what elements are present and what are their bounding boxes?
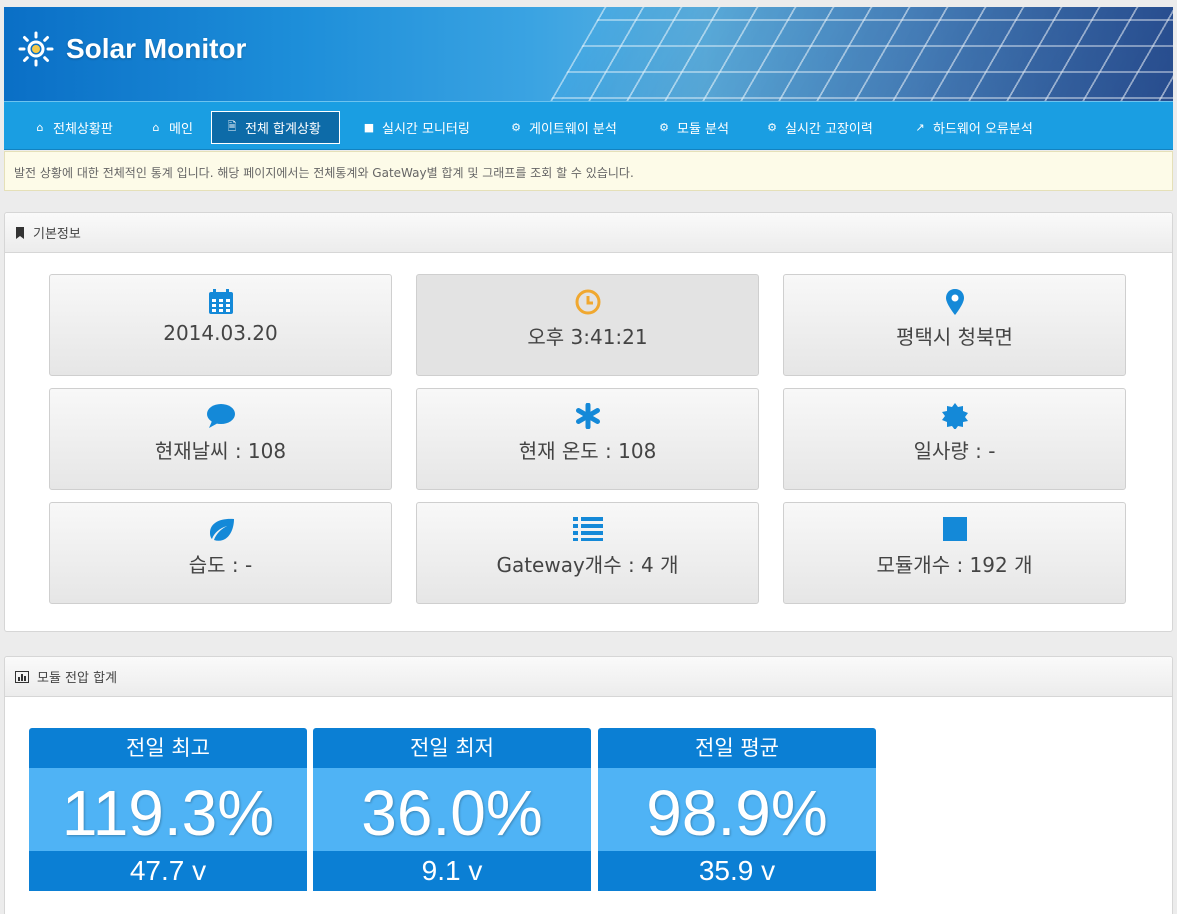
nav-item-overview-board[interactable]: ⌂ 전체상황판 — [20, 111, 127, 144]
module-count-tile[interactable]: 모듈개수 : 192 개 — [783, 502, 1126, 604]
nav-item-main[interactable]: ⌂ 메인 — [136, 111, 207, 144]
time-text: 오후 3:41:21 — [527, 325, 648, 349]
stat-percent: 119.3% — [29, 768, 307, 851]
speech-bubble-icon — [50, 403, 391, 429]
gateway-count-text: Gateway개수 : 4 개 — [496, 553, 679, 577]
stat-label: 전일 평균 — [598, 728, 876, 768]
nav-item-total-summary[interactable]: 🗎 전체 합계상황 — [211, 111, 340, 144]
sun-icon — [18, 31, 54, 67]
external-link-icon: ↗ — [915, 121, 925, 134]
weather-text: 현재날씨 : 108 — [154, 439, 287, 463]
humidity-text: 습도 : - — [188, 553, 253, 577]
list-icon — [417, 517, 758, 543]
time-tile[interactable]: 오후 3:41:21 — [416, 274, 759, 376]
home-icon: ⌂ — [36, 121, 44, 134]
location-text: 평택시 청북면 — [896, 325, 1013, 349]
sun-badge-icon — [784, 403, 1125, 429]
stat-prev-day-min: 전일 최저 36.0% 9.1 v — [313, 728, 591, 891]
header-banner: Solar Monitor — [4, 7, 1173, 101]
stat-prev-day-avg: 전일 평균 98.9% 35.9 v — [598, 728, 876, 891]
nav-item-realtime-fault-history[interactable]: ⚙ 실시간 고장이력 — [752, 111, 887, 144]
stat-percent: 98.9% — [598, 768, 876, 851]
panel-header: 기본정보 — [5, 213, 1172, 253]
stat-percent: 36.0% — [313, 768, 591, 851]
cogs-icon: ⚙ — [659, 121, 669, 134]
stat-voltage: 47.7 v — [29, 851, 307, 891]
solar-panel-graphic — [506, 7, 1173, 101]
asterisk-icon — [417, 403, 758, 429]
logo[interactable]: Solar Monitor — [18, 31, 246, 67]
page-description: 발전 상황에 대한 전체적인 통계 입니다. 해당 페이지에서는 전체통계와 G… — [4, 151, 1173, 191]
date-tile[interactable]: 2014.03.20 — [49, 274, 392, 376]
video-camera-icon: ■ — [363, 121, 375, 134]
module-count-text: 모듈개수 : 192 개 — [876, 553, 1033, 577]
basic-info-panel: 기본정보 2014.03.20 오후 3:41:21 평택시 청북면 현재날씨 … — [4, 212, 1173, 632]
weather-tile[interactable]: 현재날씨 : 108 — [49, 388, 392, 490]
home-icon: ⌂ — [152, 121, 160, 134]
leaf-icon — [50, 517, 391, 543]
square-icon — [784, 517, 1125, 543]
main-nav: ⌂ 전체상황판 ⌂ 메인 🗎 전체 합계상황 ■ 실시간 모니터링 ⚙ 게이트웨이 분석 … — [4, 101, 1173, 150]
location-tile[interactable]: 평택시 청북면 — [783, 274, 1126, 376]
map-marker-icon — [784, 289, 1125, 315]
document-icon: 🗎 — [227, 120, 237, 133]
nav-item-hardware-error-analysis[interactable]: ↗ 하드웨어 오류분석 — [900, 111, 1047, 144]
bookmark-icon — [15, 226, 25, 239]
nav-item-gateway-analysis[interactable]: ⚙ 게이트웨이 분석 — [496, 111, 631, 144]
bar-chart-icon — [15, 670, 29, 683]
app-title: Solar Monitor — [66, 33, 247, 64]
cogs-icon: ⚙ — [767, 121, 777, 134]
calendar-icon — [50, 289, 391, 315]
date-text: 2014.03.20 — [163, 321, 278, 345]
stat-label: 전일 최저 — [313, 728, 591, 768]
nav-item-module-analysis[interactable]: ⚙ 모듈 분석 — [644, 111, 743, 144]
irradiance-tile[interactable]: 일사량 : - — [783, 388, 1126, 490]
temperature-text: 현재 온도 : 108 — [518, 439, 657, 463]
humidity-tile[interactable]: 습도 : - — [49, 502, 392, 604]
nav-item-realtime-monitoring[interactable]: ■ 실시간 모니터링 — [349, 111, 484, 144]
stat-label: 전일 최고 — [29, 728, 307, 768]
stat-voltage: 9.1 v — [313, 851, 591, 891]
cogs-icon: ⚙ — [511, 121, 521, 134]
panel-header: 모듈 전압 합계 — [5, 657, 1172, 697]
clock-icon — [417, 289, 758, 315]
stat-prev-day-max: 전일 최고 119.3% 47.7 v — [29, 728, 307, 891]
stat-voltage: 35.9 v — [598, 851, 876, 891]
irradiance-text: 일사량 : - — [913, 439, 996, 463]
temperature-tile[interactable]: 현재 온도 : 108 — [416, 388, 759, 490]
gateway-count-tile[interactable]: Gateway개수 : 4 개 — [416, 502, 759, 604]
